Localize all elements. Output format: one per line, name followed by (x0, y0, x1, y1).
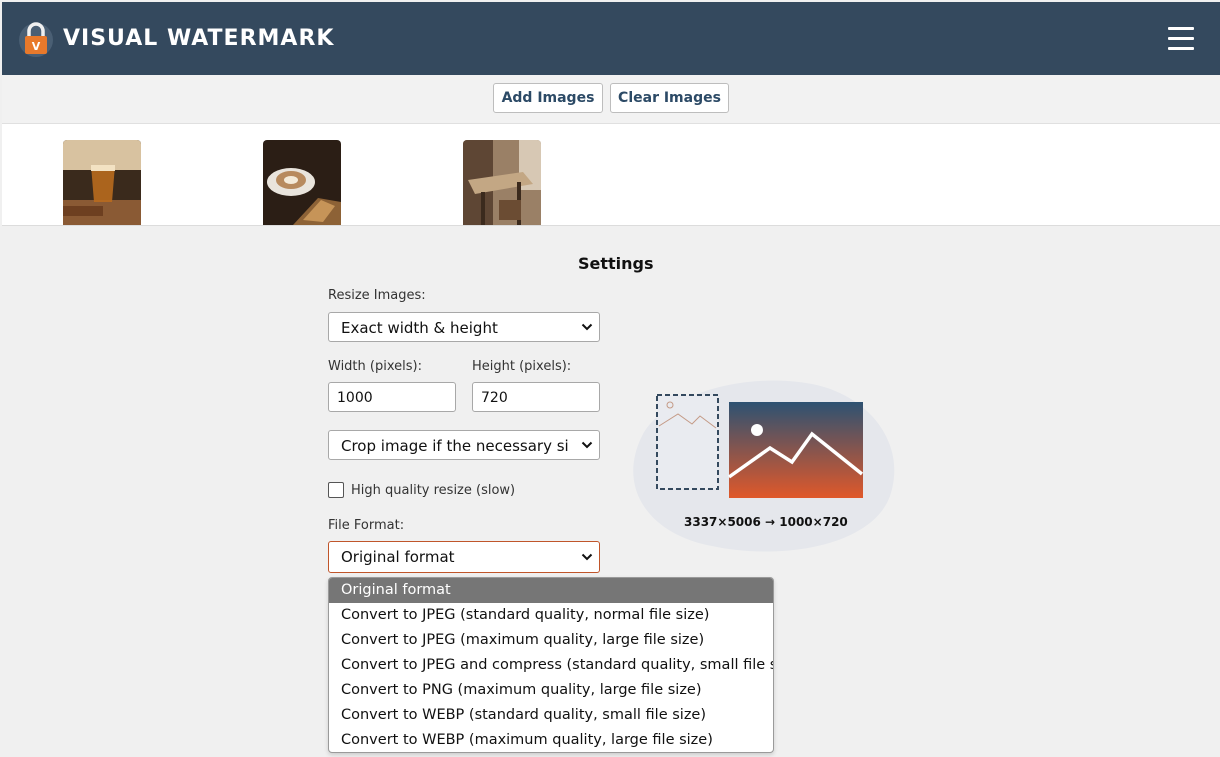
format-option-jpeg-compress[interactable]: Convert to JPEG and compress (standard q… (329, 653, 773, 678)
height-label: Height (pixels): (472, 359, 572, 374)
thumbnail-coffee-drink[interactable] (63, 140, 141, 225)
app-title: VISUAL WATERMARK (63, 26, 335, 51)
height-input[interactable]: 720 (472, 382, 600, 412)
resize-mode-select[interactable]: Exact width & height (328, 312, 600, 342)
resize-dimensions-caption: 3337×5006 → 1000×720 (684, 515, 848, 529)
format-option-jpeg-standard[interactable]: Convert to JPEG (standard quality, norma… (329, 603, 773, 628)
format-option-png[interactable]: Convert to PNG (maximum quality, large f… (329, 678, 773, 703)
crop-mode-value: Crop image if the necessary size re (341, 437, 569, 455)
format-option-original[interactable]: Original format (329, 578, 773, 603)
resize-mode-value: Exact width & height (341, 319, 498, 337)
add-images-button[interactable]: Add Images (493, 83, 603, 113)
app-header: V VISUAL WATERMARK (2, 2, 1220, 75)
format-option-jpeg-maximum[interactable]: Convert to JPEG (maximum quality, large … (329, 628, 773, 653)
toolbar: Add Images Clear Images (2, 75, 1220, 124)
crop-mode-select[interactable]: Crop image if the necessary size re (328, 430, 600, 460)
logo-letter: V (32, 40, 41, 53)
thumbnail-cafe-table[interactable] (463, 140, 541, 225)
width-label: Width (pixels): (328, 359, 422, 374)
chevron-down-icon (581, 553, 593, 561)
format-option-webp-maximum[interactable]: Convert to WEBP (maximum quality, large … (329, 728, 773, 752)
file-format-dropdown: Original format Convert to JPEG (standar… (328, 577, 774, 753)
high-quality-label: High quality resize (slow) (351, 483, 516, 498)
thumbnail-latte-and-pastry[interactable] (263, 140, 341, 225)
file-format-select[interactable]: Original format (328, 541, 600, 573)
thumbnail-strip (2, 124, 1220, 226)
original-image-outline (656, 394, 719, 490)
file-format-label: File Format: (328, 518, 405, 533)
high-quality-checkbox[interactable] (328, 482, 344, 498)
chevron-down-icon (581, 441, 593, 449)
format-option-webp-standard[interactable]: Convert to WEBP (standard quality, small… (329, 703, 773, 728)
resize-images-label: Resize Images: (328, 288, 426, 303)
clear-images-button[interactable]: Clear Images (610, 83, 729, 113)
resized-image-icon (727, 402, 864, 498)
settings-title: Settings (578, 254, 654, 273)
padlock-icon: V (19, 22, 53, 57)
hamburger-menu-icon[interactable] (1168, 27, 1194, 51)
width-input[interactable]: 1000 (328, 382, 456, 412)
file-format-value: Original format (341, 548, 455, 566)
chevron-down-icon (581, 323, 593, 331)
